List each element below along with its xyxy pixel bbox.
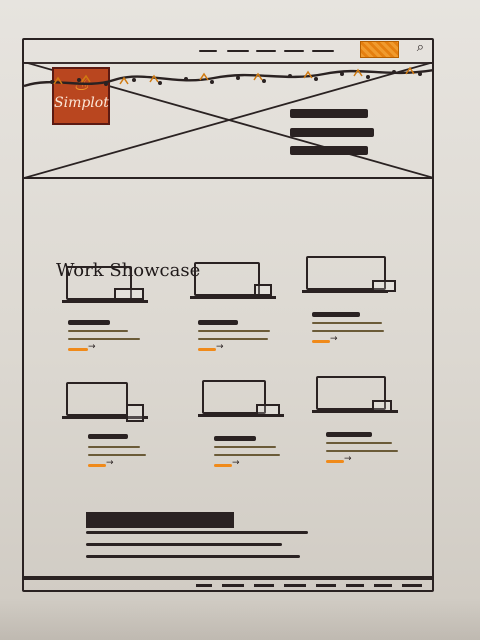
search-input[interactable]: [360, 41, 399, 58]
footer-link[interactable]: [254, 584, 274, 587]
card-text-line: [326, 442, 392, 444]
showcase-card[interactable]: →: [190, 262, 284, 362]
showcase-card[interactable]: →: [302, 256, 396, 356]
card-badge: [372, 280, 396, 292]
nav-item[interactable]: [284, 50, 304, 52]
arrow-right-icon[interactable]: →: [216, 342, 224, 352]
sketch-page: { "header": { "logo_text": "Simplot", "s…: [0, 0, 480, 640]
hero-heading-bar: [290, 109, 368, 118]
card-text-line: [312, 322, 382, 324]
card-title-line: [68, 320, 110, 325]
arrow-right-icon[interactable]: →: [330, 334, 338, 344]
thumbnail-baseline: [62, 300, 148, 303]
hero-subheading-bar: [290, 128, 374, 137]
footer-link[interactable]: [284, 584, 306, 587]
nav-item[interactable]: [227, 50, 249, 52]
footer-link[interactable]: [346, 584, 364, 587]
card-badge: [256, 404, 280, 416]
card-text-line: [68, 330, 128, 332]
card-text-line: [88, 454, 146, 456]
arrow-right-icon[interactable]: →: [106, 458, 114, 468]
card-thumbnail[interactable]: [66, 382, 128, 416]
showcase-card[interactable]: →: [62, 382, 156, 482]
card-title-line: [198, 320, 238, 325]
card-title-line: [214, 436, 256, 441]
thumbnail-baseline: [190, 296, 276, 299]
arrow-right-icon[interactable]: →: [344, 454, 352, 464]
card-badge: [126, 404, 144, 422]
wireframe-frame: ⌕ ♨ Simplot Work Showcase → → → → → →: [22, 38, 434, 592]
decorative-grass-border: [24, 66, 434, 88]
footer-text-line: [86, 543, 282, 546]
card-text-line: [214, 446, 276, 448]
card-read-more-link[interactable]: [68, 348, 88, 351]
card-read-more-link[interactable]: [88, 464, 106, 467]
nav-item[interactable]: [312, 50, 334, 52]
card-text-line: [198, 338, 268, 340]
card-text-line: [326, 450, 398, 452]
footer-link[interactable]: [196, 584, 212, 587]
footer-link[interactable]: [222, 584, 244, 587]
showcase-card[interactable]: →: [312, 376, 406, 476]
card-read-more-link[interactable]: [214, 464, 232, 467]
card-badge: [372, 400, 392, 412]
hero-banner: ♨ Simplot: [24, 62, 434, 179]
footer-link[interactable]: [374, 584, 392, 587]
nav-item[interactable]: [256, 50, 276, 52]
arrow-right-icon[interactable]: →: [232, 458, 240, 468]
card-read-more-link[interactable]: [198, 348, 216, 351]
footer-text-line: [86, 555, 300, 558]
card-read-more-link[interactable]: [312, 340, 330, 343]
bottom-footer-bar: [24, 576, 432, 590]
paper-shadow: [0, 598, 480, 640]
footer-link[interactable]: [316, 584, 336, 587]
card-title-line: [312, 312, 360, 317]
card-read-more-link[interactable]: [326, 460, 344, 463]
card-title-line: [326, 432, 372, 437]
showcase-card[interactable]: →: [198, 380, 292, 480]
hero-cta-bar[interactable]: [290, 146, 368, 155]
footer-text-line: [86, 531, 308, 534]
top-navigation-bar: ⌕: [24, 40, 432, 64]
card-text-line: [214, 454, 280, 456]
card-title-line: [88, 434, 128, 439]
footer-heading-bar: [86, 512, 234, 528]
card-text-line: [312, 330, 384, 332]
search-icon[interactable]: ⌕: [417, 40, 424, 55]
arrow-right-icon[interactable]: →: [88, 342, 96, 352]
card-badge: [114, 288, 144, 300]
card-text-line: [88, 446, 140, 448]
card-text-line: [68, 338, 140, 340]
footer-link[interactable]: [402, 584, 422, 587]
showcase-card[interactable]: →: [62, 266, 156, 366]
card-badge: [254, 284, 272, 296]
nav-item[interactable]: [199, 50, 217, 52]
card-thumbnail[interactable]: [194, 262, 260, 296]
card-text-line: [198, 330, 270, 332]
